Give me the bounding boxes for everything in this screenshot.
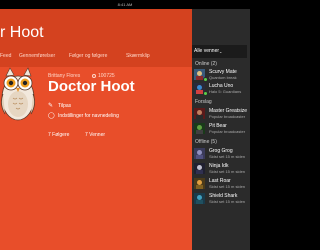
friend-item[interactable]: Scurvy Mate Quantum break <box>192 68 250 82</box>
friend-status: Halo 5: Guardians <box>209 89 242 94</box>
friend-item[interactable]: Lucha Uno Halo 5: Guardians <box>192 82 250 96</box>
friend-item[interactable]: Master Greatsize Popular broadcaster <box>192 107 250 121</box>
tab-screenshots[interactable]: Skærmklip <box>126 51 150 61</box>
customize-button[interactable]: ✎ Tilpas <box>48 102 72 110</box>
owl-avatar[interactable] <box>0 66 38 124</box>
section-suggested: Forslag <box>195 99 212 105</box>
section-online: Online (2) <box>195 61 217 67</box>
tab-achievements[interactable]: Gennemførelser <box>19 51 69 61</box>
friend-item[interactable]: Last Roar Sidst set 15 m siden <box>192 177 250 191</box>
friend-item[interactable]: Pit Bear Popular broadcaster <box>192 122 250 136</box>
friend-item[interactable]: Grog Grog Sidst set 15 m siden <box>192 147 250 161</box>
section-offline: Offline (5) <box>195 139 217 145</box>
friend-avatar <box>194 193 205 204</box>
shield-icon: ◯ <box>48 113 55 119</box>
pencil-icon: ✎ <box>48 103 54 109</box>
friend-status: Popular broadcaster <box>209 129 246 134</box>
customize-label: Tilpas <box>58 102 72 109</box>
status-bar: 8:41 AM <box>0 0 250 9</box>
friend-status: Sidst set 15 m siden <box>209 199 246 204</box>
privacy-settings-label: Indstillinger for navnedeling <box>58 112 119 119</box>
friend-status: Sidst set 15 m siden <box>209 169 246 174</box>
tab-followers[interactable]: Følger og følgere <box>69 51 126 61</box>
chevron-down-icon: ⌄ <box>219 49 223 54</box>
friend-status: Sidst set 15 m siden <box>209 184 246 189</box>
friend-status: Sidst set 15 m siden <box>209 154 246 159</box>
friends-filter-dropdown[interactable]: Alle venner ⌄ <box>192 45 247 58</box>
friends-filter-label: Alle venner <box>194 48 220 54</box>
clock: 8:41 AM <box>117 2 133 7</box>
privacy-settings-button[interactable]: ◯ Indstillinger for navnedeling <box>48 112 119 120</box>
profile-page: r Hoot Feed Gennemførelser Følger og føl… <box>0 9 192 250</box>
friend-item[interactable]: Ninja Idk Sidst set 15 m siden <box>192 162 250 176</box>
online-status-icon <box>203 91 208 96</box>
friends-panel: Alle venner ⌄ Online (2) Scurvy Mate Qua… <box>192 9 250 250</box>
friend-avatar <box>194 148 205 159</box>
profile-tabs: Feed Gennemførelser Følger og følgere Sk… <box>0 51 150 61</box>
friend-avatar <box>194 108 205 119</box>
friend-status: Quantum break <box>209 75 237 80</box>
friend-avatar <box>194 123 205 134</box>
friends-count[interactable]: 7 Venner <box>85 132 105 138</box>
gamertag: Doctor Hoot <box>48 78 135 95</box>
friend-status: Popular broadcaster <box>209 114 246 119</box>
followers-count[interactable]: 7 Følgere <box>48 132 69 138</box>
page-title: r Hoot <box>0 24 44 41</box>
friend-avatar <box>194 178 205 189</box>
tab-feed[interactable]: Feed <box>0 51 19 61</box>
friend-item[interactable]: Shield Shark Sidst set 15 m siden <box>192 192 250 206</box>
friend-avatar <box>194 163 205 174</box>
